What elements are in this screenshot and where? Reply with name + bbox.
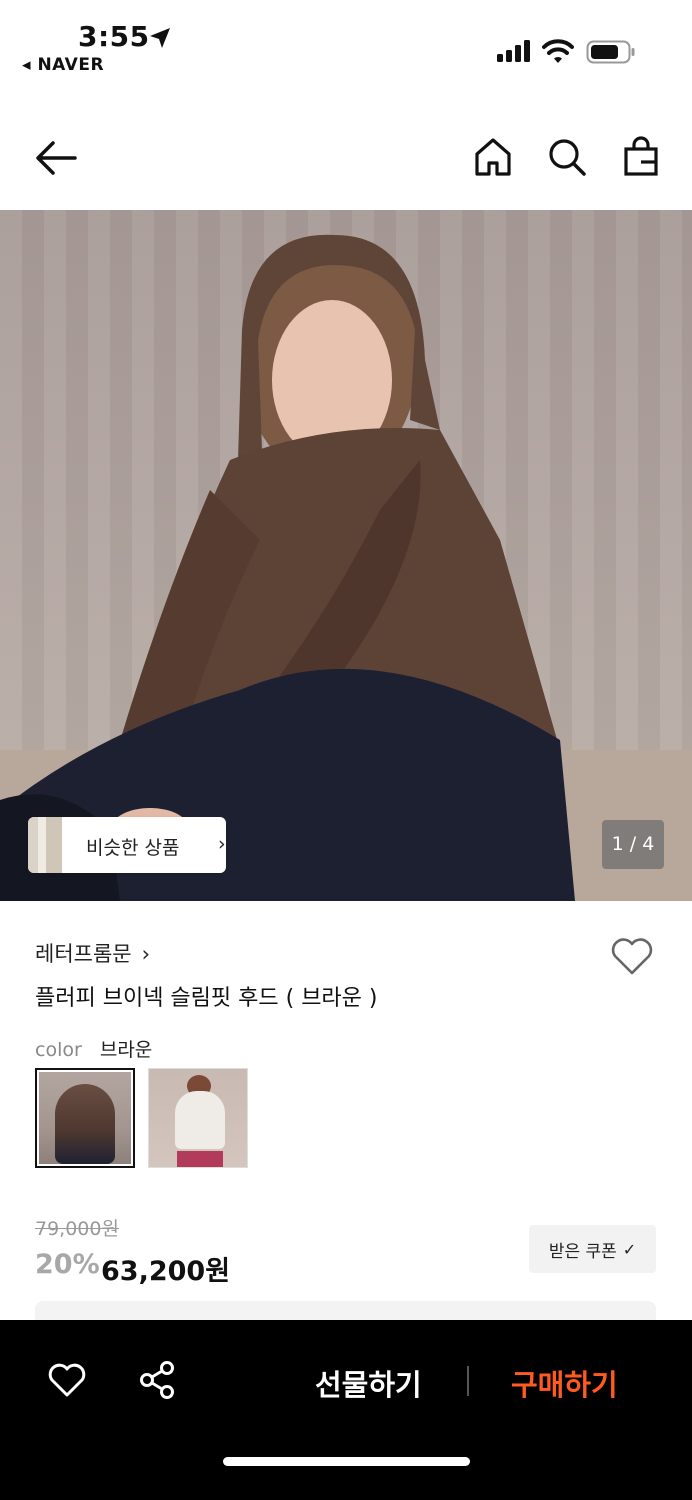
- gift-button[interactable]: 선물하기: [315, 1362, 422, 1404]
- signal-icon: [497, 40, 530, 62]
- similar-products-thumbnail: [28, 817, 62, 873]
- color-option-value: 브라운: [99, 1039, 153, 1061]
- divider: [467, 1366, 469, 1396]
- color-option-row: color 브라운: [35, 1035, 152, 1062]
- bottom-action-bar: 선물하기 구매하기: [0, 1320, 692, 1500]
- color-option-key: color: [35, 1039, 82, 1061]
- similar-products-label: 비슷한 상품: [86, 837, 180, 859]
- swatch-model: [55, 1084, 115, 1164]
- received-coupon-button[interactable]: 받은 쿠폰 ✓: [529, 1225, 656, 1273]
- top-nav-bar: [0, 110, 692, 206]
- product-photo-model: [0, 234, 575, 901]
- discount-rate: 20%: [35, 1249, 100, 1280]
- original-price: 79,000원: [35, 1218, 119, 1240]
- buy-button[interactable]: 구매하기: [511, 1362, 618, 1404]
- wishlist-heart-icon[interactable]: [610, 936, 654, 976]
- swatch-model: [175, 1091, 225, 1149]
- swatch-model-pants: [177, 1151, 223, 1167]
- color-swatch-white[interactable]: [148, 1068, 248, 1168]
- share-icon[interactable]: [138, 1360, 176, 1400]
- shopping-bag-icon[interactable]: [620, 136, 662, 178]
- status-bar: 3:55 ◂ NAVER: [0, 0, 692, 90]
- product-title: 플러피 브이넥 슬림핏 후드 ( 브라운 ): [35, 986, 378, 1011]
- product-image-carousel[interactable]: 비슷한 상품 › 1 / 4: [0, 210, 692, 901]
- back-arrow-icon[interactable]: [33, 138, 79, 178]
- sale-price: 63,200원: [101, 1256, 231, 1287]
- wifi-icon: [542, 39, 574, 63]
- status-time: 3:55: [78, 20, 150, 53]
- image-page-counter: 1 / 4: [602, 820, 664, 869]
- location-arrow-icon: [150, 28, 170, 48]
- back-to-app-link[interactable]: ◂ NAVER: [22, 55, 104, 75]
- home-icon[interactable]: [472, 136, 514, 178]
- coupon-label: 받은 쿠폰: [548, 1241, 617, 1262]
- check-icon: ✓: [622, 1239, 637, 1259]
- search-icon[interactable]: [546, 136, 588, 178]
- chevron-right-icon: ›: [218, 833, 226, 855]
- battery-icon: [586, 40, 635, 64]
- heart-icon[interactable]: [47, 1362, 87, 1398]
- similar-products-button[interactable]: 비슷한 상품 ›: [28, 817, 226, 873]
- brand-link[interactable]: 레터프롬문 ›: [35, 938, 150, 968]
- color-swatch-brown[interactable]: [35, 1068, 135, 1168]
- brand-name: 레터프롬문: [35, 942, 132, 966]
- home-indicator[interactable]: [223, 1457, 470, 1466]
- chevron-right-icon: ›: [141, 942, 151, 966]
